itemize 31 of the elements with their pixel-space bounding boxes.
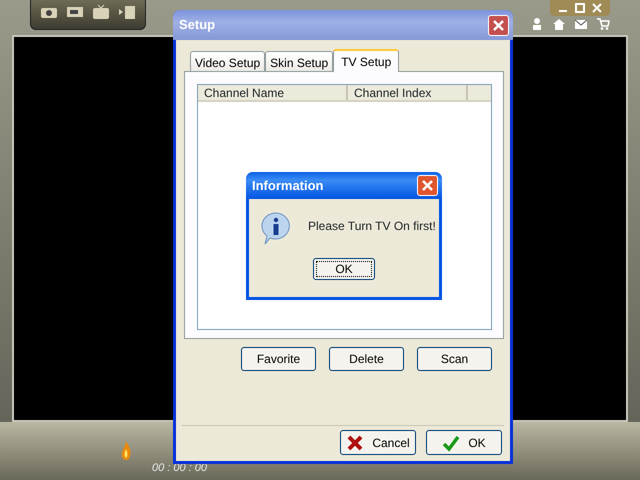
window-title: Setup bbox=[179, 16, 216, 34]
action-button[interactable]: Favorite bbox=[241, 347, 316, 371]
close-button[interactable] bbox=[417, 175, 438, 196]
message-text: Please Turn TV On first! bbox=[308, 218, 436, 235]
checkmark-icon bbox=[442, 434, 460, 452]
cancel-button[interactable]: Cancel bbox=[340, 430, 416, 455]
close-icon bbox=[421, 179, 434, 192]
info-icon bbox=[260, 211, 292, 245]
close-icon[interactable] bbox=[590, 2, 604, 14]
cart-icon[interactable] bbox=[596, 18, 610, 30]
mail-icon[interactable] bbox=[574, 18, 588, 30]
document-icon[interactable] bbox=[117, 4, 137, 20]
home-icon[interactable] bbox=[552, 18, 566, 30]
tab[interactable]: Video Setup bbox=[190, 51, 266, 71]
close-button[interactable] bbox=[488, 14, 509, 36]
tab[interactable]: TV Setup bbox=[333, 49, 400, 72]
close-icon bbox=[492, 18, 505, 32]
maximize-icon[interactable] bbox=[573, 2, 587, 14]
dialog-title: Information bbox=[252, 176, 324, 195]
tape-icon[interactable] bbox=[65, 4, 85, 20]
column-header[interactable]: Channel Name bbox=[198, 85, 348, 100]
action-button[interactable]: Delete bbox=[329, 347, 404, 371]
action-button[interactable]: Scan bbox=[417, 347, 492, 371]
flame-icon[interactable] bbox=[120, 441, 132, 461]
ok-button[interactable]: OK bbox=[426, 430, 502, 455]
tv-icon[interactable] bbox=[91, 4, 111, 20]
ok-button[interactable]: OK bbox=[313, 258, 375, 280]
person-icon[interactable] bbox=[530, 18, 544, 30]
tab[interactable]: Skin Setup bbox=[265, 51, 334, 71]
column-header[interactable]: Channel Index bbox=[348, 85, 468, 100]
cross-icon bbox=[346, 434, 364, 452]
